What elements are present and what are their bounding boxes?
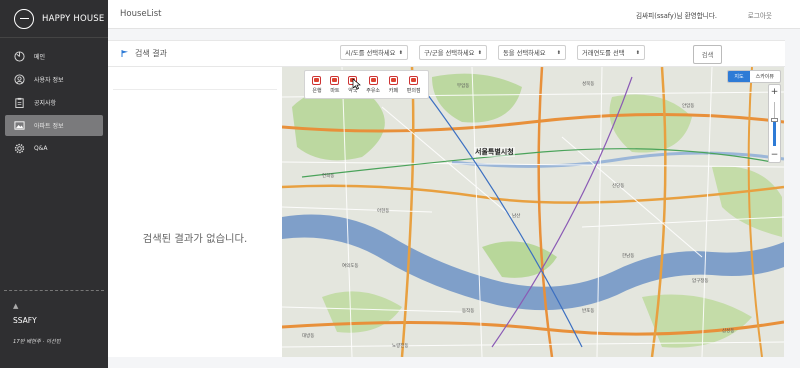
gugun-select[interactable]: 구/군을 선택하세요 ⬍ [419, 45, 487, 60]
footer-credit: 17반 배현주 · 이선민 [13, 339, 61, 345]
map-tiles: 부암동 성북동안암동 연희동아현동 신당동 남산여의도동동작동 반포동 압구정동삼성동… [282, 67, 784, 357]
year-select[interactable]: 거래연도를 선택 ⬍ [577, 45, 645, 60]
zoom-level-fill [773, 122, 776, 146]
results-header: 검색 결과 [108, 40, 282, 67]
divider [113, 89, 277, 90]
chevron-updown-icon: ⬍ [635, 49, 640, 56]
empty-results-message: 검색된 결과가 없습니다. [142, 233, 248, 245]
category-mart[interactable]: 마트 [330, 75, 340, 94]
sidebar-item-label: 사용자 정보 [34, 77, 64, 84]
search-button[interactable]: 검색 [693, 45, 722, 64]
page-title: HouseList [120, 9, 162, 19]
svg-text:압구정동: 압구정동 [692, 277, 709, 284]
category-convenience-store[interactable]: 편의점 [406, 75, 421, 94]
zoom-control: + − [768, 84, 781, 163]
sidebar-item-notice[interactable]: 공지사항 [5, 92, 103, 113]
dong-select-value: 동을 선택하세요 [503, 50, 546, 57]
mouse-cursor-icon [352, 78, 361, 90]
image-icon [14, 120, 25, 131]
brand[interactable]: HAPPY HOUSE [0, 0, 108, 38]
sidebar-divider [4, 290, 104, 291]
sidebar-item-apartment-info[interactable]: 아파트 정보 [5, 115, 103, 136]
category-label: 카페 [388, 87, 398, 94]
sido-select[interactable]: 시/도를 선택하세요 ⬍ [340, 45, 408, 60]
sidebar-item-main[interactable]: 메인 [5, 46, 103, 67]
dong-select[interactable]: 동을 선택하세요 ⬍ [498, 45, 566, 60]
sidebar-item-user-info[interactable]: 사용자 정보 [5, 69, 103, 90]
sidebar-footer: ▲ SSAFY 17반 배현주 · 이선민 [13, 302, 102, 345]
sidebar-item-qna[interactable]: Q&A [5, 138, 103, 159]
store-icon [409, 75, 419, 85]
welcome-message: 김싸피(ssafy)님 환영합니다. [636, 12, 717, 20]
gas-station-icon [368, 75, 378, 85]
svg-text:부암동: 부암동 [457, 82, 469, 89]
category-gas-station[interactable]: 주유소 [366, 75, 381, 94]
filter-bar: 시/도를 선택하세요 ⬍ 구/군을 선택하세요 ⬍ 동을 선택하세요 ⬍ 거래연… [282, 40, 785, 67]
user-icon [14, 74, 25, 85]
gear-icon [14, 143, 25, 154]
flag-icon [121, 50, 128, 57]
chevron-updown-icon: ⬍ [556, 49, 561, 56]
sidebar: HAPPY HOUSE 메인 사용자 정보 공지사항 아파트 정보 Q&A ▲ … [0, 0, 108, 368]
sidebar-item-label: 공지사항 [34, 100, 57, 107]
cart-icon [330, 75, 340, 85]
zoom-out-button[interactable]: − [769, 149, 780, 161]
footer-brand: SSAFY [13, 316, 37, 325]
triangle-icon: ▲ [13, 302, 19, 310]
zoom-in-button[interactable]: + [769, 86, 780, 98]
sidebar-item-label: 아파트 정보 [34, 123, 64, 130]
map-view[interactable]: 부암동 성북동안암동 연희동아현동 신당동 남산여의도동동작동 반포동 압구정동삼성동… [282, 67, 784, 357]
svg-text:여의도동: 여의도동 [342, 262, 359, 269]
svg-text:반포동: 반포동 [582, 307, 594, 314]
svg-text:한남동: 한남동 [622, 252, 634, 259]
category-label: 편의점 [406, 87, 421, 94]
category-filter-bar: 은행 마트 약국 주유소 카페 편의점 [304, 70, 429, 99]
topbar: HouseList 김싸피(ssafy)님 환영합니다. 로그아웃 [108, 0, 800, 29]
brand-logo-icon [14, 8, 34, 29]
sidebar-item-label: 메인 [34, 54, 46, 61]
svg-text:동작동: 동작동 [462, 307, 474, 314]
svg-text:남산: 남산 [512, 212, 520, 219]
dashboard-icon [14, 51, 25, 62]
svg-text:안암동: 안암동 [682, 102, 694, 109]
category-label: 마트 [330, 87, 340, 94]
gugun-select-value: 구/군을 선택하세요 [424, 50, 475, 57]
results-list: 검색된 결과가 없습니다. [108, 67, 282, 357]
year-select-value: 거래연도를 선택 [582, 50, 625, 57]
sidebar-item-label: Q&A [34, 145, 48, 152]
map-type-skyview-button[interactable]: 스카이뷰 [750, 71, 780, 82]
svg-text:노량진동: 노량진동 [392, 342, 409, 349]
zoom-slider-handle[interactable] [771, 118, 778, 122]
svg-text:대방동: 대방동 [302, 332, 314, 339]
map-type-roadmap-button[interactable]: 지도 [728, 71, 750, 82]
svg-text:아현동: 아현동 [377, 207, 389, 214]
results-title: 검색 결과 [135, 49, 167, 58]
clipboard-icon [14, 97, 25, 108]
app-window: HAPPY HOUSE 메인 사용자 정보 공지사항 아파트 정보 Q&A ▲ … [0, 0, 800, 368]
svg-text:성북동: 성북동 [582, 80, 594, 87]
svg-text:신당동: 신당동 [612, 182, 624, 189]
category-label: 은행 [312, 87, 322, 94]
bank-icon [312, 75, 322, 85]
logout-link[interactable]: 로그아웃 [748, 10, 772, 20]
sido-select-value: 시/도를 선택하세요 [345, 50, 396, 57]
map-type-toggle: 지도 스카이뷰 [727, 70, 781, 83]
svg-text:연희동: 연희동 [322, 172, 334, 179]
chevron-updown-icon: ⬍ [398, 49, 403, 56]
category-cafe[interactable]: 카페 [388, 75, 398, 94]
city-hall-label: 서울특별시청 [474, 147, 515, 157]
category-label: 주유소 [366, 87, 381, 94]
brand-name: HAPPY HOUSE [42, 13, 105, 24]
sidebar-nav: 메인 사용자 정보 공지사항 아파트 정보 Q&A [0, 38, 108, 159]
chevron-updown-icon: ⬍ [477, 49, 482, 56]
cafe-icon [388, 75, 398, 85]
category-bank[interactable]: 은행 [312, 75, 322, 94]
svg-text:삼성동: 삼성동 [722, 327, 734, 334]
